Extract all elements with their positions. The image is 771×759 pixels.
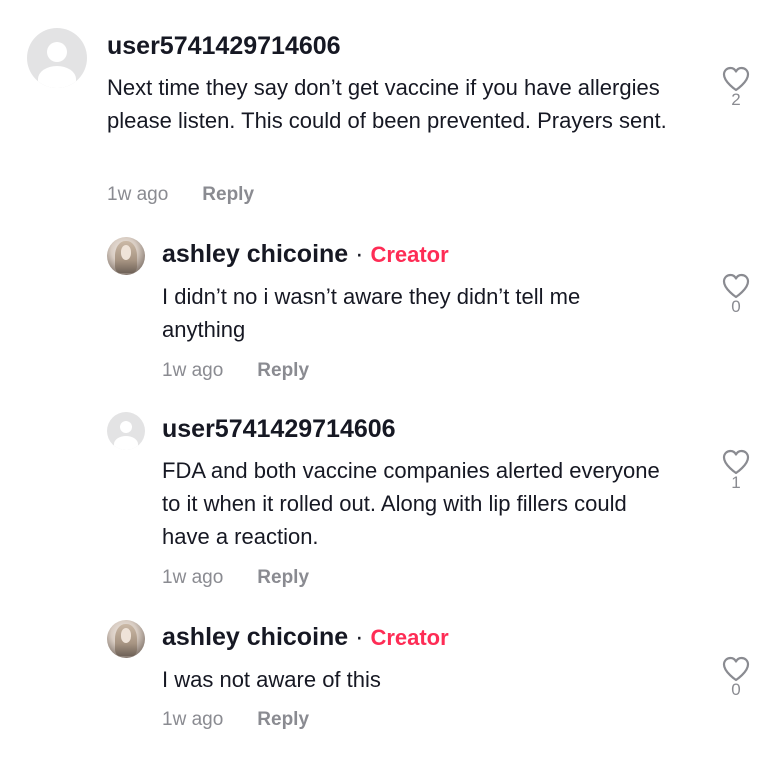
creator-badge: Creator <box>370 625 449 650</box>
reply-comment: ashley chicoine · Creator I was not awar… <box>0 613 771 753</box>
heart-outline-icon <box>722 449 750 475</box>
heart-outline-icon <box>722 656 750 682</box>
comment-username[interactable]: user5741429714606 <box>162 415 396 444</box>
comment-text: Next time they say don’t get vaccine if … <box>107 75 667 133</box>
like-button[interactable]: 2 <box>716 66 756 110</box>
avatar[interactable] <box>107 620 145 658</box>
comment: user5741429714606 Next time they say don… <box>0 0 771 220</box>
avatar[interactable] <box>107 237 145 275</box>
like-count: 0 <box>731 680 741 699</box>
comment-text: FDA and both vaccine companies alerted e… <box>162 458 660 549</box>
comment-timestamp: 1w ago <box>162 360 224 381</box>
comment-text: I was not aware of this <box>162 667 381 692</box>
heart-outline-icon <box>722 66 750 92</box>
reply-button[interactable]: Reply <box>257 709 309 730</box>
creator-badge: Creator <box>370 242 449 267</box>
reply-button[interactable]: Reply <box>257 360 309 381</box>
comment-username[interactable]: ashley chicoine · Creator <box>162 240 449 269</box>
username-text[interactable]: ashley chicoine <box>162 623 348 651</box>
comment-meta: 1w ago Reply <box>162 360 309 382</box>
comment-timestamp: 1w ago <box>162 567 224 588</box>
like-count: 2 <box>731 90 741 109</box>
comment-meta: 1w ago Reply <box>162 567 309 589</box>
reply-button[interactable]: Reply <box>202 184 254 205</box>
like-count: 0 <box>731 297 741 316</box>
username-text[interactable]: ashley chicoine <box>162 240 348 268</box>
like-count: 1 <box>731 473 741 492</box>
reply-comment: user5741429714606 FDA and both vaccine c… <box>0 405 771 595</box>
like-button[interactable]: 0 <box>716 656 756 700</box>
comment-text: I didn’t no i wasn’t aware they didn’t t… <box>162 284 581 342</box>
comment-username[interactable]: ashley chicoine · Creator <box>162 623 449 652</box>
comment-timestamp: 1w ago <box>162 709 224 730</box>
reply-button[interactable]: Reply <box>257 567 309 588</box>
avatar[interactable] <box>27 28 87 88</box>
avatar[interactable] <box>107 412 145 450</box>
like-button[interactable]: 0 <box>716 273 756 317</box>
comment-meta: 1w ago Reply <box>162 709 309 731</box>
separator-dot: · <box>355 623 364 651</box>
heart-outline-icon <box>722 273 750 299</box>
reply-comment: ashley chicoine · Creator I didn’t no i … <box>0 230 771 390</box>
comment-timestamp: 1w ago <box>107 184 169 205</box>
comment-meta: 1w ago Reply <box>107 184 254 206</box>
like-button[interactable]: 1 <box>716 449 756 493</box>
comment-username[interactable]: user5741429714606 <box>107 32 341 61</box>
separator-dot: · <box>355 240 364 268</box>
